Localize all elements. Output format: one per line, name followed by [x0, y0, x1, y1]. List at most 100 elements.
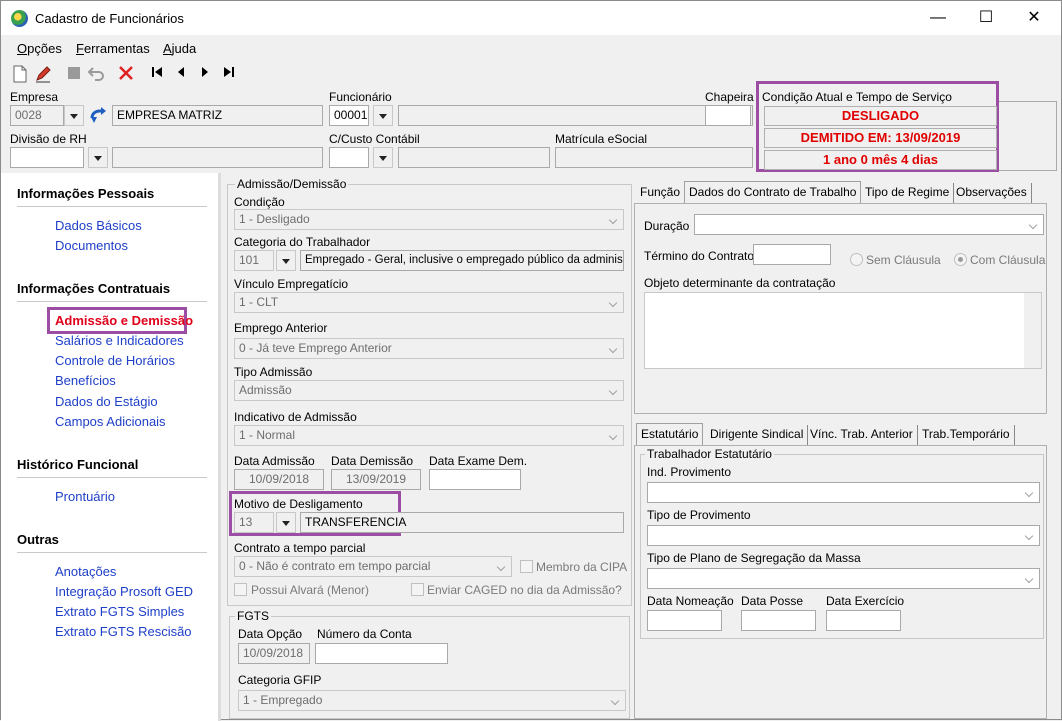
possui-alvara-checkbox[interactable]: [234, 583, 247, 596]
emprego-anterior-select[interactable]: 0 - Já teve Emprego Anterior: [234, 338, 624, 359]
sidebar-item-anotacoes[interactable]: Anotações: [55, 564, 116, 579]
divisao-rh-field[interactable]: [10, 147, 84, 168]
divisao-rh-dropdown-button[interactable]: [88, 147, 108, 168]
empresa-dropdown-button[interactable]: [64, 105, 84, 126]
save-icon[interactable]: [64, 65, 84, 85]
previous-record-icon[interactable]: [171, 65, 191, 85]
data-exercicio-field[interactable]: [826, 610, 901, 631]
chapeira-label: Chapeira: [705, 90, 754, 104]
funcionario-dropdown-button[interactable]: [373, 105, 393, 126]
sidebar-section-outras: Outras: [17, 532, 59, 547]
data-admissao-field[interactable]: 10/09/2018: [234, 469, 324, 490]
sidebar-item-dados-estagio[interactable]: Dados do Estágio: [55, 394, 158, 409]
plano-segregacao-select[interactable]: [647, 568, 1040, 589]
tab-dirigente-sindical[interactable]: Dirigente Sindical: [706, 425, 809, 445]
chapeira-field[interactable]: [705, 105, 751, 126]
termino-contrato-field[interactable]: [753, 244, 831, 265]
sidebar-item-dados-basicos[interactable]: Dados Básicos: [55, 218, 142, 233]
tab-trab-temporario[interactable]: Trab.Temporário: [918, 425, 1015, 445]
delete-icon[interactable]: [116, 65, 136, 85]
menu-opcoes[interactable]: Opções: [17, 41, 62, 56]
status-highlight-box: Condição Atual e Tempo de Serviço DESLIG…: [756, 81, 999, 172]
data-posse-label: Data Posse: [741, 594, 804, 608]
empresa-code-field[interactable]: 0028: [10, 105, 64, 126]
sidebar-item-documentos[interactable]: Documentos: [55, 238, 128, 253]
data-demissao-field[interactable]: 13/09/2019: [331, 469, 421, 490]
tab-tipo-regime[interactable]: Tipo de Regime: [861, 183, 955, 203]
empresa-label: Empresa: [10, 90, 59, 104]
categoria-code-field[interactable]: 101: [234, 250, 274, 271]
sidebar-section-contratuais: Informações Contratuais: [17, 281, 171, 296]
minimize-button[interactable]: —: [915, 3, 961, 33]
next-record-icon[interactable]: [195, 65, 215, 85]
ind-provimento-select[interactable]: [647, 482, 1040, 503]
condicao-select[interactable]: 1 - Desligado: [234, 209, 624, 230]
tab-observacoes[interactable]: Observações: [952, 183, 1032, 203]
sem-clausula-label: Sem Cláusula: [866, 253, 941, 267]
funcionario-code-field[interactable]: 00001: [329, 105, 369, 126]
sidebar-item-admissao-demissao[interactable]: Admissão e Demissão: [55, 313, 193, 328]
categoria-dropdown-button[interactable]: [276, 250, 296, 271]
objeto-contratacao-textarea[interactable]: [644, 292, 1042, 369]
enviar-caged-checkbox[interactable]: [411, 583, 424, 596]
undo-icon[interactable]: [86, 65, 106, 85]
refresh-link-icon[interactable]: [87, 105, 109, 126]
tab-vinc-trab-anterior[interactable]: Vínc. Trab. Anterior: [806, 425, 918, 445]
sem-clausula-radio[interactable]: [850, 253, 863, 266]
maximize-button[interactable]: ☐: [963, 3, 1009, 33]
main-window: Cadastro de Funcionários — ☐ ✕ Opções Fe…: [0, 0, 1062, 721]
menu-ajuda[interactable]: Ajuda: [163, 41, 196, 56]
numero-conta-field[interactable]: [315, 643, 448, 664]
sidebar-item-prontuario[interactable]: Prontuário: [55, 489, 115, 504]
sidebar-item-integracao-ged[interactable]: Integração Prosoft GED: [55, 584, 193, 599]
first-record-icon[interactable]: [147, 65, 167, 85]
duracao-select[interactable]: [694, 214, 1044, 235]
tab-funcao[interactable]: Função: [636, 183, 686, 203]
close-button[interactable]: ✕: [1011, 3, 1057, 33]
menu-ferramentas[interactable]: Ferramentas: [76, 41, 150, 56]
data-nomeacao-field[interactable]: [647, 610, 722, 631]
motivo-dropdown-button[interactable]: [276, 512, 296, 533]
status-condition: DESLIGADO: [764, 106, 997, 126]
data-exame-field[interactable]: [429, 469, 521, 490]
plano-segregacao-label: Tipo de Plano de Segregação da Massa: [647, 551, 861, 565]
window-title: Cadastro de Funcionários: [35, 11, 184, 26]
tipo-admissao-select[interactable]: Admissão: [234, 380, 624, 401]
data-opcao-field[interactable]: 10/09/2018: [238, 643, 310, 664]
sidebar-item-salarios[interactable]: Salários e Indicadores: [55, 333, 184, 348]
vertical-scrollbar[interactable]: [1024, 293, 1041, 368]
indicativo-admissao-select[interactable]: 1 - Normal: [234, 425, 624, 446]
data-posse-field[interactable]: [741, 610, 816, 631]
membro-cipa-checkbox[interactable]: [520, 560, 533, 573]
tab-estatutario[interactable]: Estatutário: [636, 423, 704, 445]
contrato-parcial-select[interactable]: 0 - Não é contrato em tempo parcial: [234, 556, 512, 577]
chevron-down-icon: [607, 691, 625, 710]
data-admissao-label: Data Admissão: [234, 454, 315, 468]
tipo-provimento-select[interactable]: [647, 525, 1040, 546]
motivo-code-field[interactable]: 13: [234, 512, 274, 533]
com-clausula-radio[interactable]: [954, 253, 967, 266]
custo-contabil-field[interactable]: [329, 147, 369, 168]
enviar-caged-label: Enviar CAGED no dia da Admissão?: [427, 583, 622, 597]
vinculo-label: Vínculo Empregatício: [234, 277, 349, 291]
sidebar-item-extrato-fgts-rescisao[interactable]: Extrato FGTS Rescisão: [55, 624, 192, 639]
sidebar-item-controle-horarios[interactable]: Controle de Horários: [55, 353, 175, 368]
trabalhador-estatutario-title: Trabalhador Estatutário: [645, 447, 774, 461]
categoria-gfip-select[interactable]: 1 - Empregado: [238, 690, 626, 711]
matricula-esocial-field[interactable]: [555, 147, 753, 168]
objeto-contratacao-label: Objeto determinante da contratação: [644, 276, 836, 290]
edit-pencil-icon[interactable]: [33, 65, 53, 85]
sidebar-item-extrato-fgts-simples[interactable]: Extrato FGTS Simples: [55, 604, 184, 619]
sidebar-splitter[interactable]: [218, 173, 221, 721]
categoria-trabalhador-label: Categoria do Trabalhador: [234, 235, 371, 249]
sidebar-item-beneficios[interactable]: Benefícios: [55, 373, 116, 388]
new-document-icon[interactable]: [10, 65, 30, 85]
custo-contabil-dropdown-button[interactable]: [373, 147, 393, 168]
funcionario-label: Funcionário: [329, 90, 392, 104]
last-record-icon[interactable]: [219, 65, 239, 85]
com-clausula-label: Com Cláusula: [970, 253, 1046, 267]
tab-dados-contrato[interactable]: Dados do Contrato de Trabalho: [684, 181, 862, 203]
divisao-rh-name-field: [112, 147, 323, 168]
vinculo-select[interactable]: 1 - CLT: [234, 292, 624, 313]
sidebar-item-campos-adicionais[interactable]: Campos Adicionais: [55, 414, 166, 429]
